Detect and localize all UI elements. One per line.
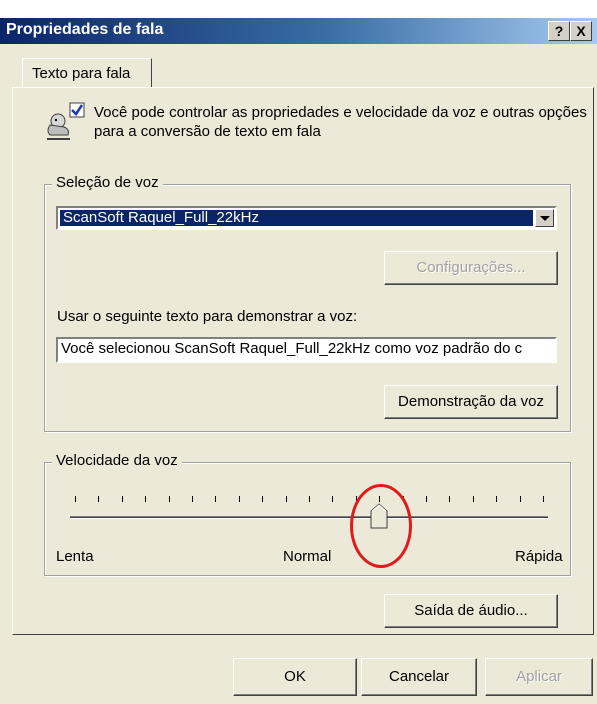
slider-tick bbox=[145, 496, 147, 502]
title-bar[interactable]: Propriedades de fala ? X bbox=[0, 18, 597, 44]
slider-tick bbox=[472, 496, 474, 502]
slider-tick bbox=[98, 496, 100, 502]
speed-fast-label: Rápida bbox=[515, 548, 563, 565]
slider-tick bbox=[262, 496, 264, 502]
slider-tick bbox=[426, 496, 427, 502]
speed-slider-track[interactable] bbox=[70, 516, 548, 519]
tab-label: Texto para fala bbox=[32, 65, 131, 82]
slider-tick bbox=[192, 496, 193, 502]
speed-slow-label: Lenta bbox=[56, 548, 94, 565]
slider-tick bbox=[543, 496, 544, 502]
voice-select[interactable]: ScanSoft Raquel_Full_22kHz bbox=[56, 206, 557, 230]
ok-button[interactable]: OK bbox=[233, 658, 357, 696]
apply-button[interactable]: Aplicar bbox=[485, 658, 593, 696]
close-button[interactable]: X bbox=[570, 21, 592, 41]
tab-text-to-speech[interactable]: Texto para fala bbox=[22, 58, 152, 88]
slider-tick bbox=[496, 496, 498, 502]
slider-tick bbox=[238, 496, 240, 502]
demo-voice-button[interactable]: Demonstração da voz bbox=[384, 385, 558, 419]
speech-person-icon bbox=[47, 102, 85, 140]
slider-tick bbox=[285, 496, 287, 502]
chevron-down-icon[interactable] bbox=[535, 209, 554, 227]
slider-tick bbox=[168, 496, 170, 502]
slider-tick bbox=[75, 496, 76, 502]
speech-properties-dialog: Propriedades de fala ? X Texto para fala… bbox=[0, 0, 597, 704]
slider-tick bbox=[449, 496, 451, 502]
speed-normal-label: Normal bbox=[283, 548, 332, 565]
voice-select-value: ScanSoft Raquel_Full_22kHz bbox=[60, 210, 533, 226]
settings-button[interactable]: Configurações... bbox=[384, 251, 558, 285]
background-strip bbox=[0, 0, 597, 18]
demo-text-label: Usar o seguinte texto para demonstrar a … bbox=[57, 308, 358, 325]
help-button[interactable]: ? bbox=[548, 21, 570, 41]
voice-speed-label: Velocidade da voz bbox=[52, 452, 182, 469]
slider-tick bbox=[215, 496, 217, 502]
voice-selection-label: Seleção de voz bbox=[52, 174, 163, 191]
intro-description: Você pode controlar as propriedades e ve… bbox=[94, 104, 587, 140]
cancel-button[interactable]: Cancelar bbox=[361, 658, 477, 696]
window-title: Propriedades de fala bbox=[6, 21, 164, 38]
slider-tick bbox=[121, 496, 123, 502]
slider-tick bbox=[309, 496, 310, 502]
slider-tick bbox=[519, 496, 521, 502]
annotation-circle bbox=[350, 484, 412, 568]
audio-output-button[interactable]: Saída de áudio... bbox=[384, 594, 558, 628]
slider-tick bbox=[332, 496, 334, 502]
demo-text-input[interactable]: Você selecionou ScanSoft Raquel_Full_22k… bbox=[56, 337, 557, 363]
